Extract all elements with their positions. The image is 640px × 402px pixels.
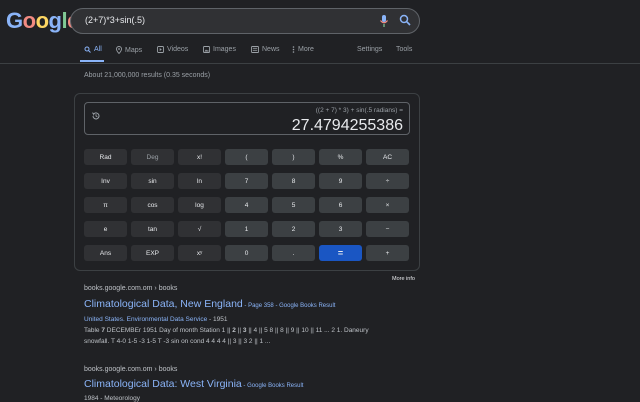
tab-tools[interactable]: Tools <box>396 46 412 53</box>
digit-7-button[interactable]: 7 <box>225 173 268 189</box>
ln-button[interactable]: ln <box>178 173 221 189</box>
snippet-text: || <box>235 327 243 334</box>
tab-label: Settings <box>357 46 383 53</box>
search-icon[interactable] <box>399 14 412 32</box>
map-pin-icon <box>116 46 122 54</box>
result-snippet-line: Table 7 DECEMBEr 1951 Day of month Stati… <box>84 326 369 336</box>
all-clear-button[interactable]: AC <box>366 149 409 165</box>
close-paren-button[interactable]: ) <box>272 149 315 165</box>
more-vert-icon <box>292 46 295 53</box>
search-input[interactable]: (2+7)*3+sin(.5) <box>85 15 145 25</box>
percent-button[interactable]: % <box>319 149 362 165</box>
history-icon[interactable] <box>91 108 101 126</box>
tab-all[interactable]: All <box>84 46 102 53</box>
logo-letter: G <box>6 8 23 33</box>
tab-label: Videos <box>167 46 189 53</box>
result-url[interactable]: books.google.com.om › books <box>84 366 177 373</box>
result-byline: 1984 - Meteorology <box>84 395 141 402</box>
tab-label: Maps <box>125 46 143 54</box>
power-button[interactable]: xʸ <box>178 245 221 261</box>
tab-label: All <box>94 46 102 53</box>
calculator-expression: ((2 + 7) * 3) + sin(.5 radians) = <box>315 107 403 114</box>
byline-year: - 1951 <box>207 316 228 323</box>
digit-6-button[interactable]: 6 <box>319 197 362 213</box>
multiply-button[interactable]: × <box>366 197 409 213</box>
deg-button[interactable]: Deg <box>131 149 174 165</box>
tab-news[interactable]: News <box>251 46 280 53</box>
digit-8-button[interactable]: 8 <box>272 173 315 189</box>
result-title-text[interactable]: Climatological Data, New England <box>84 298 243 310</box>
result-title[interactable]: Climatological Data, New England - Page … <box>84 298 335 310</box>
log-button[interactable]: log <box>178 197 221 213</box>
search-bar[interactable]: (2+7)*3+sin(.5) <box>70 8 420 34</box>
e-button[interactable]: e <box>84 221 127 237</box>
active-tab-indicator <box>80 60 104 62</box>
digit-0-button[interactable]: 0 <box>225 245 268 261</box>
digit-5-button[interactable]: 5 <box>272 197 315 213</box>
logo-letter: o <box>22 8 36 33</box>
video-icon <box>157 46 164 53</box>
tab-label: News <box>262 46 280 53</box>
calculator-display: ((2 + 7) * 3) + sin(.5 radians) = 27.479… <box>84 102 410 135</box>
snippet-text: || 4 || 5 8 || 8 || 9 || 10 || 11 ... 2 … <box>246 327 369 334</box>
tab-label: Tools <box>396 46 413 53</box>
tan-button[interactable]: tan <box>131 221 174 237</box>
search-icon <box>84 46 91 53</box>
news-icon <box>251 46 259 53</box>
pi-button[interactable]: π <box>84 197 127 213</box>
inv-button[interactable]: Inv <box>84 173 127 189</box>
rad-button[interactable]: Rad <box>84 149 127 165</box>
equals-button[interactable]: = <box>319 245 362 261</box>
snippet-text: Table <box>84 327 102 334</box>
logo-letter: g <box>48 8 62 33</box>
image-icon <box>203 46 210 53</box>
ans-button[interactable]: Ans <box>84 245 127 261</box>
digit-9-button[interactable]: 9 <box>319 173 362 189</box>
digit-2-button[interactable]: 2 <box>272 221 315 237</box>
tab-more[interactable]: More <box>292 46 314 53</box>
calculator-result: 27.4794255386 <box>291 117 403 134</box>
tabs-divider <box>0 63 640 64</box>
result-snippet-line: snowfall. T 4-0 1-5 -3 1-5 T -3 sin on c… <box>84 338 271 345</box>
result-title-tail[interactable]: - Google Books Result <box>242 383 303 389</box>
divide-button[interactable]: ÷ <box>366 173 409 189</box>
exp-button[interactable]: EXP <box>131 245 174 261</box>
tab-images[interactable]: Images <box>203 46 236 53</box>
sqrt-button[interactable]: √ <box>178 221 221 237</box>
open-paren-button[interactable]: ( <box>225 149 268 165</box>
cos-button[interactable]: cos <box>131 197 174 213</box>
result-byline: United States. Environmental Data Servic… <box>84 316 227 323</box>
result-stats: About 21,000,000 results (0.35 seconds) <box>84 72 211 79</box>
result-title[interactable]: Climatological Data: West Virginia - Goo… <box>84 378 303 390</box>
minus-button[interactable]: − <box>366 221 409 237</box>
result-url[interactable]: books.google.com.om › books <box>84 285 177 292</box>
digit-3-button[interactable]: 3 <box>319 221 362 237</box>
tab-maps[interactable]: Maps <box>116 46 142 54</box>
result-title-text[interactable]: Climatological Data: West Virginia <box>84 378 242 390</box>
plus-button[interactable]: + <box>366 245 409 261</box>
tab-label: More <box>298 46 314 53</box>
digit-1-button[interactable]: 1 <box>225 221 268 237</box>
tab-label: Images <box>213 46 236 53</box>
tab-settings[interactable]: Settings <box>357 46 382 53</box>
calculator-widget: ((2 + 7) * 3) + sin(.5 radians) = 27.479… <box>74 93 420 271</box>
more-info-link[interactable]: More info <box>392 276 415 282</box>
sin-button[interactable]: sin <box>131 173 174 189</box>
logo-letter: o <box>35 8 49 33</box>
snippet-text: DECEMBEr 1951 Day of month Station 1 || <box>104 327 233 334</box>
decimal-button[interactable]: . <box>272 245 315 261</box>
digit-4-button[interactable]: 4 <box>225 197 268 213</box>
google-logo[interactable]: Google <box>6 8 79 34</box>
result-title-tail[interactable]: - Page 358 - Google Books Result <box>243 303 335 309</box>
factorial-button[interactable]: x! <box>178 149 221 165</box>
microphone-icon[interactable] <box>379 14 389 33</box>
tab-videos[interactable]: Videos <box>157 46 188 53</box>
author-link[interactable]: United States. Environmental Data Servic… <box>84 316 207 323</box>
